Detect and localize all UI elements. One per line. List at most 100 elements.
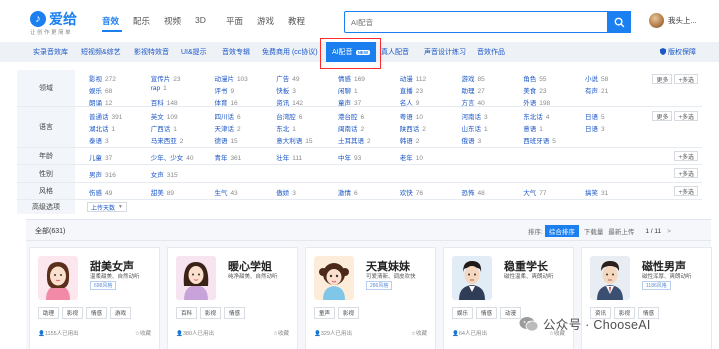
- filter-option[interactable]: 有声 21: [585, 85, 608, 95]
- filter-option[interactable]: 日语 5: [585, 111, 605, 121]
- nav-tutorial[interactable]: 教程: [288, 15, 319, 27]
- filter-option[interactable]: 大气 77: [523, 187, 546, 197]
- search-button[interactable]: [607, 11, 631, 33]
- filter-option[interactable]: 角色 55: [523, 73, 546, 83]
- filter-option[interactable]: 天津话 2: [214, 123, 240, 133]
- search-input[interactable]: [345, 12, 605, 33]
- filter-option[interactable]: 广告 49: [276, 73, 299, 83]
- multi-select-button[interactable]: +多选: [674, 168, 698, 178]
- filter-option[interactable]: 粤语 10: [400, 111, 423, 121]
- favorite-button[interactable]: ☆收藏: [273, 329, 289, 337]
- voice-tag[interactable]: 情感: [86, 307, 108, 319]
- filter-option[interactable]: 壮年 111: [276, 152, 302, 162]
- filter-option[interactable]: 童声 37: [338, 97, 361, 107]
- logo[interactable]: ♪ 爱给: [30, 9, 77, 29]
- filter-option[interactable]: 名人 9: [400, 97, 420, 107]
- filter-option[interactable]: 山东话 1: [461, 123, 487, 133]
- filter-option[interactable]: 陕西话 2: [400, 123, 426, 133]
- filter-option[interactable]: 闲聊 1: [338, 85, 358, 95]
- upload-days-select[interactable]: 上传天数 ▼: [87, 202, 127, 212]
- voice-tag[interactable]: 影视: [338, 307, 360, 319]
- filter-option[interactable]: 西班牙语 5: [523, 135, 556, 145]
- filter-option[interactable]: 德语 15: [214, 135, 237, 145]
- filter-option[interactable]: 恐怖 48: [461, 187, 484, 197]
- filter-option[interactable]: 动漫 112: [400, 73, 426, 83]
- filter-option[interactable]: 东北话 4: [523, 111, 549, 121]
- filter-option[interactable]: 影视 272: [89, 73, 116, 83]
- nav-graphic[interactable]: 平面: [226, 15, 257, 27]
- category-sound-design[interactable]: 声音设计练习: [424, 47, 466, 57]
- voice-tag[interactable]: 游戏: [110, 307, 132, 319]
- category-field-recordings[interactable]: 实录音效库: [33, 47, 68, 57]
- nav-3d[interactable]: 3D: [195, 15, 226, 27]
- voice-tag[interactable]: 情感: [476, 307, 498, 319]
- nav-sound-effects[interactable]: 音效: [102, 15, 133, 27]
- filter-option[interactable]: 生气 43: [214, 187, 237, 197]
- filter-option[interactable]: 男声 316: [89, 169, 116, 179]
- voice-tag[interactable]: 影视: [200, 307, 222, 319]
- filter-option[interactable]: 资讯 142: [276, 97, 303, 107]
- filter-option[interactable]: 娱乐 68: [89, 85, 112, 95]
- filter-option[interactable]: 马来西亚 2: [151, 135, 184, 145]
- category-free-commercial[interactable]: 免费商用 (cc协议): [262, 47, 318, 57]
- filter-option[interactable]: 快板 3: [276, 85, 296, 95]
- filter-option[interactable]: 外语 198: [523, 97, 550, 107]
- filter-option[interactable]: 韩语 2: [400, 135, 420, 145]
- filter-option[interactable]: 日语 3: [585, 123, 605, 133]
- voice-tag[interactable]: 百科: [176, 307, 198, 319]
- category-film-effects[interactable]: 影视特效音: [134, 47, 169, 57]
- sort-comprehensive[interactable]: 综合排序: [544, 225, 579, 237]
- filter-option[interactable]: 河南话 3: [461, 111, 487, 121]
- filter-option[interactable]: 广西话 1: [151, 123, 177, 133]
- filter-option[interactable]: 搞笑 31: [585, 187, 608, 197]
- filter-option[interactable]: 激情 6: [338, 187, 358, 197]
- filter-option[interactable]: 意大利语 15: [276, 135, 312, 145]
- voice-card[interactable]: 甜美女声 温柔甜美、自然动听 698风格 助理 影视 情感 游戏 👤1155人已…: [29, 247, 160, 349]
- filter-option[interactable]: 台湾腔 6: [276, 111, 302, 121]
- filter-option[interactable]: 体育 16: [214, 97, 237, 107]
- multi-select-button[interactable]: +多选: [674, 74, 698, 84]
- filter-option[interactable]: 直播 23: [400, 85, 423, 95]
- user-menu[interactable]: 我头上...: [649, 13, 697, 28]
- category-sound-works[interactable]: 音效作品: [477, 47, 505, 57]
- filter-option[interactable]: 情感 169: [338, 73, 365, 83]
- chevron-right-icon[interactable]: >: [667, 228, 671, 235]
- filter-option[interactable]: 小说 58: [585, 73, 608, 83]
- category-human-voice[interactable]: 真人配音: [381, 47, 409, 57]
- voice-card[interactable]: 天真妹妹 可爱清新、调皮欢快 286风格 童声 影视 👤329人已用出 ☆收藏: [305, 247, 436, 349]
- filter-option[interactable]: 助理 27: [461, 85, 484, 95]
- filter-option[interactable]: 港台腔 6: [338, 111, 364, 121]
- filter-option[interactable]: 方言 40: [461, 97, 484, 107]
- voice-card[interactable]: 磁性男声 磁性浑厚、爽朗动听 1186风格 资讯 影视 情感: [581, 247, 712, 349]
- nav-music[interactable]: 配乐: [133, 15, 164, 27]
- favorite-button[interactable]: ☆收藏: [411, 329, 427, 337]
- filter-option[interactable]: 意语 1: [523, 123, 543, 133]
- results-count[interactable]: 全部(631): [35, 226, 65, 236]
- multi-select-button[interactable]: +多选: [674, 186, 698, 196]
- filter-option[interactable]: rap 1: [151, 85, 167, 92]
- filter-option[interactable]: 女声 315: [151, 169, 178, 179]
- voice-card[interactable]: 暖心学姐 纯净甜美、自然动听 百科 影视 情感 👤380人已用出 ☆收藏: [167, 247, 298, 349]
- copyright-guarantee[interactable]: 版权保障: [660, 47, 696, 57]
- nav-video[interactable]: 视频: [164, 15, 195, 27]
- multi-select-button[interactable]: +多选: [674, 151, 698, 161]
- filter-option[interactable]: 英文 109: [151, 111, 178, 121]
- voice-tag[interactable]: 助理: [38, 307, 60, 319]
- filter-option[interactable]: 游戏 85: [461, 73, 484, 83]
- filter-option[interactable]: 闽南话 2: [338, 123, 364, 133]
- filter-option[interactable]: 欢快 76: [400, 187, 423, 197]
- filter-option[interactable]: 老年 10: [400, 152, 423, 162]
- filter-option[interactable]: 中年 93: [338, 152, 361, 162]
- filter-option[interactable]: 宣传片 23: [151, 73, 181, 83]
- nav-game[interactable]: 游戏: [257, 15, 288, 27]
- filter-option[interactable]: 朗诵 12: [89, 97, 112, 107]
- filter-option[interactable]: 傲娇 3: [276, 187, 296, 197]
- filter-option[interactable]: 四川话 6: [214, 111, 240, 121]
- filter-option[interactable]: 青年 361: [214, 152, 241, 162]
- multi-select-button[interactable]: +多选: [674, 111, 698, 121]
- more-button[interactable]: 更多: [652, 111, 673, 121]
- filter-option[interactable]: 湖北话 1: [89, 123, 115, 133]
- voice-tag[interactable]: 娱乐: [452, 307, 474, 319]
- filter-option[interactable]: 评书 9: [214, 85, 234, 95]
- voice-tag[interactable]: 动漫: [500, 307, 522, 319]
